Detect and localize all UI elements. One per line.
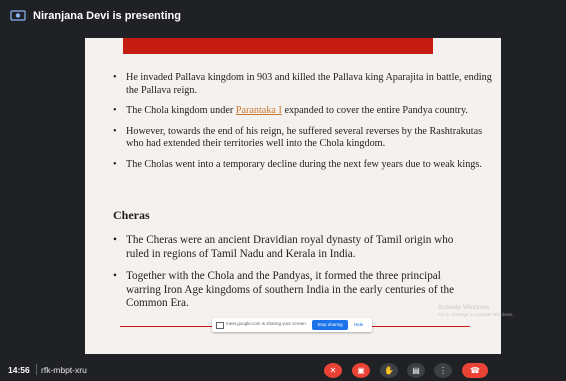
- slide-header-bar: [123, 38, 433, 54]
- bullet-item: Together with the Chola and the Pandyas,…: [113, 270, 473, 311]
- screen-share-notice: meet.google.com is sharing your screen. …: [212, 318, 372, 332]
- activate-windows-watermark: Activate Windows Go to Settings to activ…: [438, 304, 514, 320]
- share-notice-text: meet.google.com is sharing your screen.: [226, 321, 308, 326]
- watermark-subtitle: Go to Settings to activate Windows.: [438, 313, 514, 318]
- present-screen-button[interactable]: ▤: [407, 363, 425, 378]
- divider: [36, 364, 37, 375]
- bullet-item: The Cholas went into a temporary decline…: [113, 159, 498, 172]
- more-options-icon: ⋮: [439, 366, 447, 375]
- meeting-code: rfk-mbpt-xru: [41, 365, 87, 375]
- raise-hand-button[interactable]: ✋: [380, 363, 398, 378]
- meeting-time: 14:56: [8, 365, 30, 375]
- more-options-button[interactable]: ⋮: [434, 363, 452, 378]
- bullet-item: However, towards the end of his reign, h…: [113, 126, 498, 151]
- end-call-icon: ☎: [470, 366, 480, 375]
- microphone-off-icon: ✕: [329, 366, 337, 375]
- end-call-button[interactable]: ☎: [462, 363, 488, 378]
- stop-sharing-button[interactable]: Stop sharing: [312, 320, 348, 330]
- presenting-icon: [10, 10, 26, 21]
- microphone-off-button[interactable]: ✕: [324, 363, 342, 378]
- bullet-item: The Chola kingdom under Parantaka I expa…: [113, 105, 498, 118]
- screen-share-icon: [216, 322, 224, 329]
- section-title-cheras: Cheras: [113, 208, 150, 222]
- bullet-text: expanded to cover the entire Pandya coun…: [281, 105, 468, 117]
- raise-hand-icon: ✋: [384, 366, 394, 375]
- camera-off-icon: ▣: [357, 366, 365, 375]
- watermark-title: Activate Windows: [438, 304, 490, 311]
- meeting-control-bar: 14:56 rfk-mbpt-xru ✕ ▣ ✋ ▤ ⋮ ☎: [0, 360, 566, 381]
- present-screen-icon: ▤: [412, 366, 420, 375]
- presenter-banner: Niranjana Devi is presenting: [0, 0, 566, 34]
- chera-bullet-list: The Cheras were an ancient Dravidian roy…: [113, 234, 473, 320]
- presenter-text: Niranjana Devi is presenting: [33, 10, 181, 22]
- chola-bullet-list: He invaded Pallava kingdom in 903 and ki…: [113, 72, 498, 180]
- camera-off-button[interactable]: ▣: [352, 363, 370, 378]
- bullet-text: The Chola kingdom under: [126, 105, 236, 117]
- parantaka-link[interactable]: Parantaka I: [236, 105, 282, 116]
- hide-button[interactable]: Hide: [354, 320, 363, 330]
- bullet-item: The Cheras were an ancient Dravidian roy…: [113, 234, 473, 261]
- bullet-item: He invaded Pallava kingdom in 903 and ki…: [113, 72, 498, 97]
